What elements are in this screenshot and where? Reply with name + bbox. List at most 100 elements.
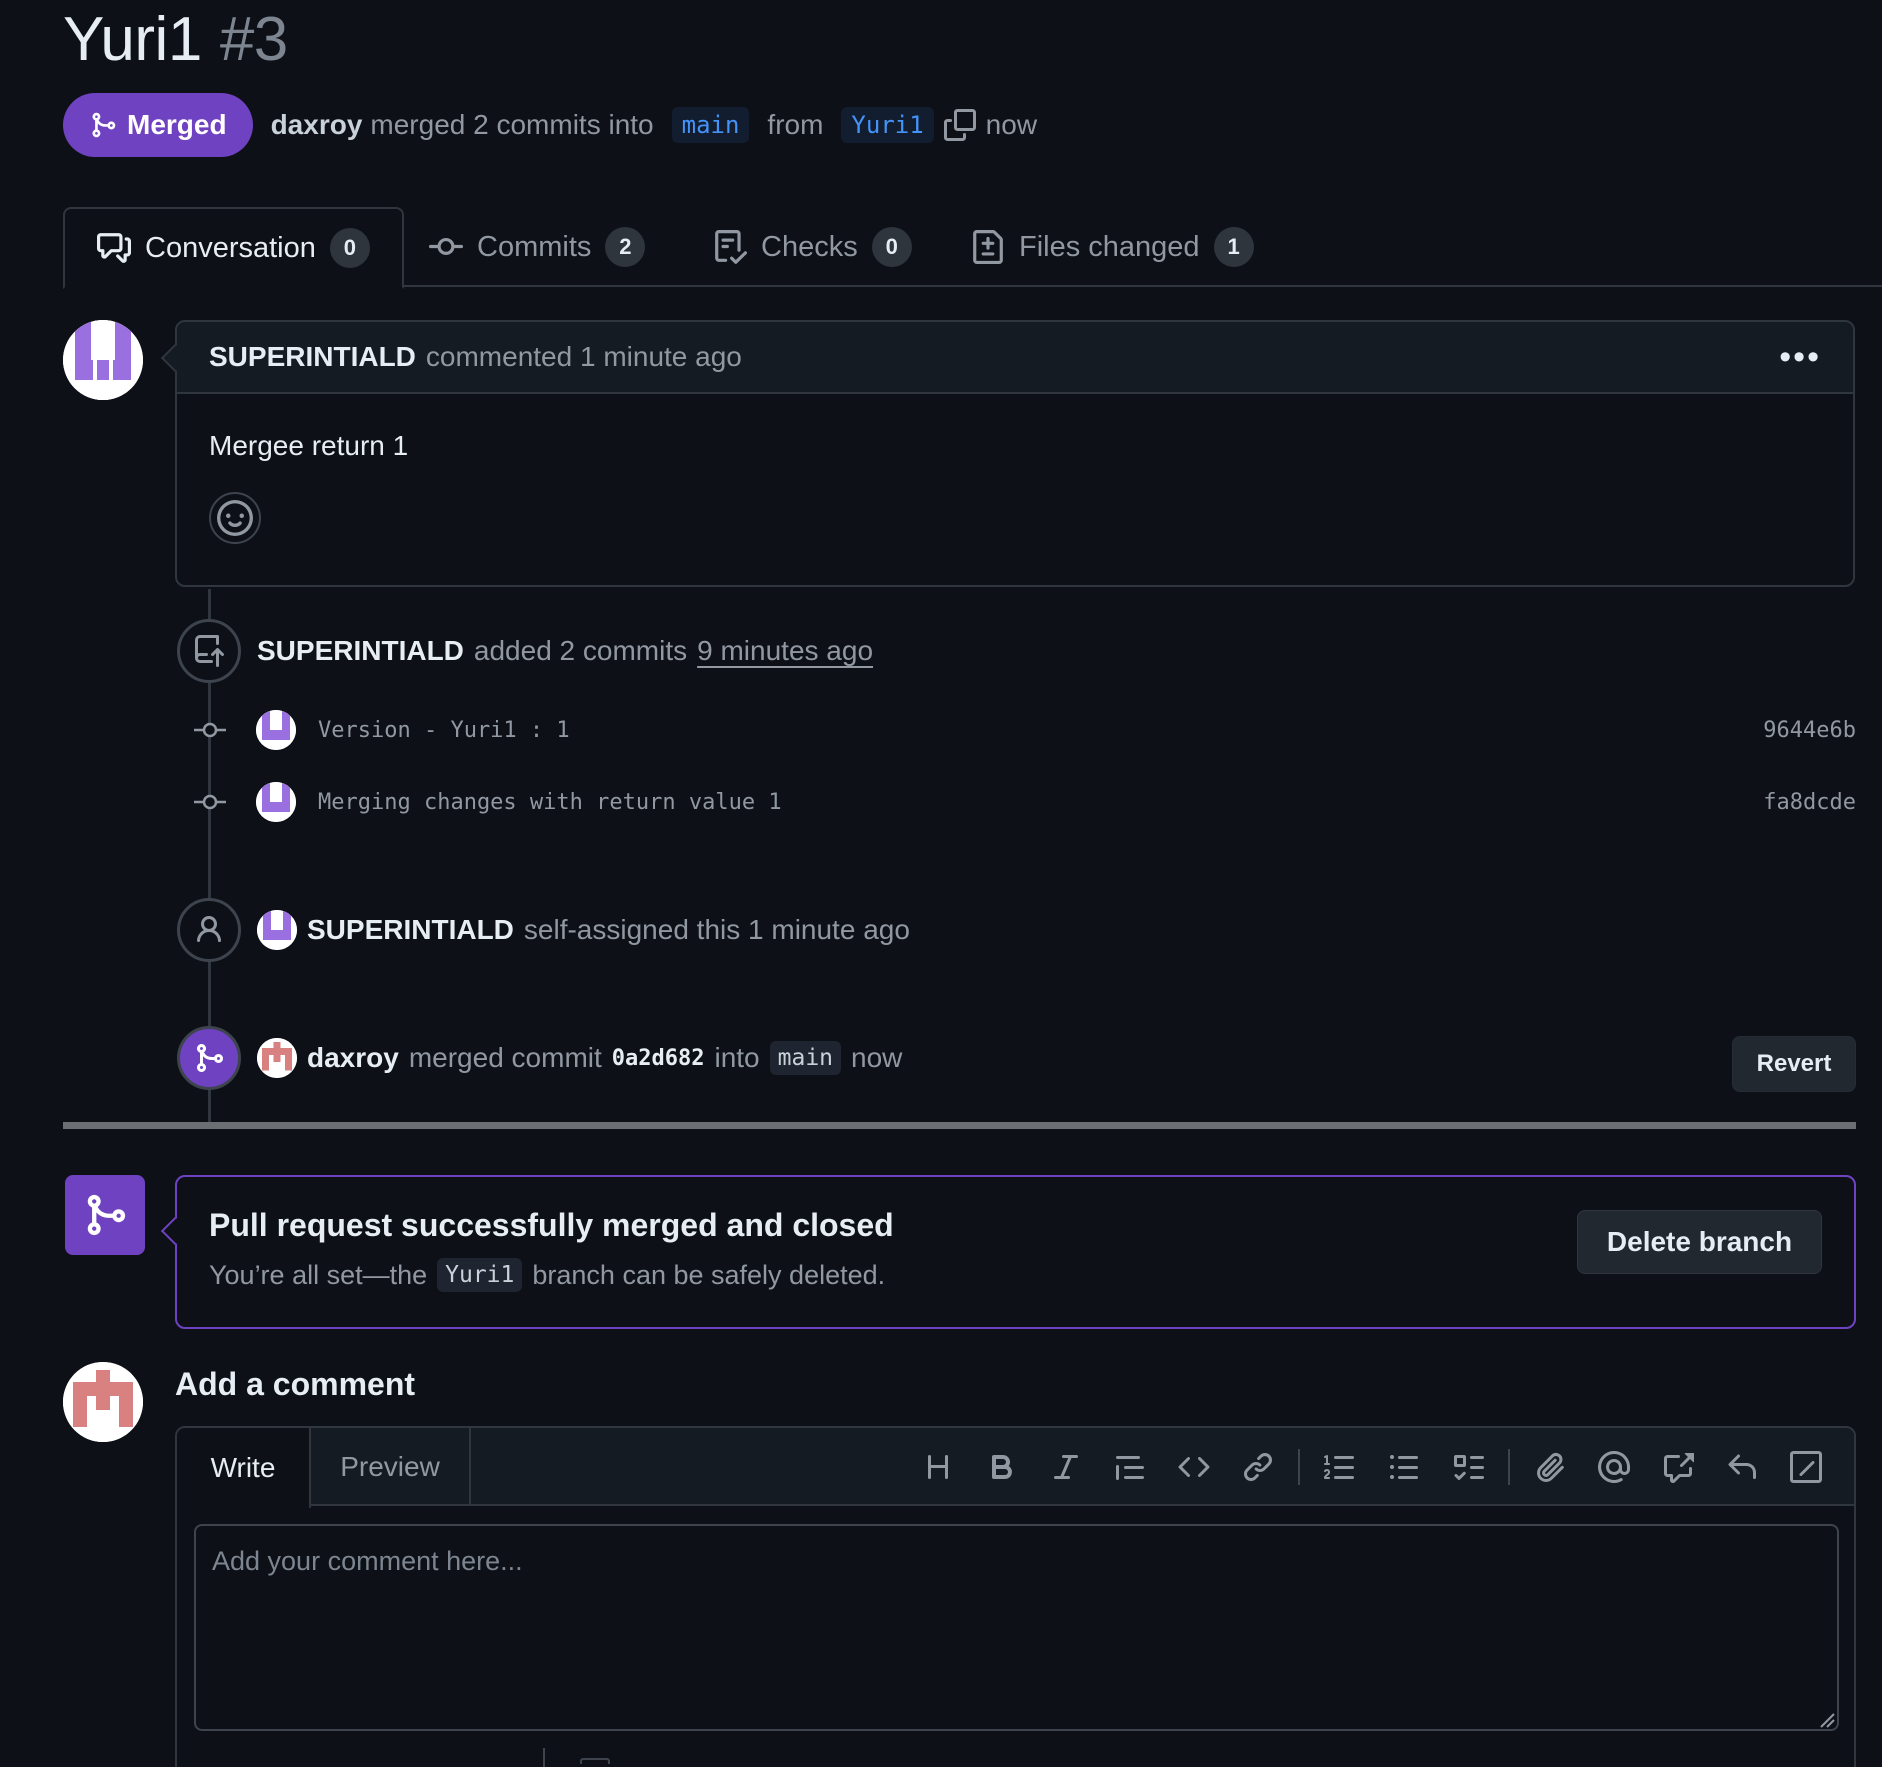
commits-added-event: SUPERINTIALD added 2 commits 9 minutes a… <box>257 628 873 674</box>
commit-message[interactable]: Merging changes with return value 1 <box>318 790 782 815</box>
attach-icon[interactable] <box>1518 1435 1582 1499</box>
smiley-icon <box>217 500 253 536</box>
commit-author-avatar[interactable] <box>256 782 296 822</box>
pr-description-comment: SUPERINTIALD commented 1 minute ago ••• … <box>160 320 1855 587</box>
repo-push-badge <box>177 619 241 683</box>
italic-icon[interactable] <box>1034 1435 1098 1499</box>
merged-sub-branch: Yuri1 <box>437 1258 523 1292</box>
merged-sub-before: You’re all set—the <box>209 1259 428 1290</box>
tab-preview[interactable]: Preview <box>311 1428 471 1506</box>
head-branch[interactable]: Yuri1 <box>841 107 934 143</box>
comment-textarea[interactable] <box>194 1524 1839 1731</box>
tab-commits-label: Commits <box>477 230 592 263</box>
current-user-avatar[interactable] <box>63 1362 143 1442</box>
comment-author[interactable]: SUPERINTIALD <box>209 341 416 373</box>
merge-event-time: now <box>851 1042 903 1073</box>
file-diff-icon <box>973 230 1003 264</box>
merged-time: now <box>985 109 1038 140</box>
tab-conversation-count: 0 <box>329 228 370 268</box>
editor-header: Write Preview <box>177 1428 1854 1508</box>
commit-author-avatar[interactable] <box>256 710 296 750</box>
git-commit-icon <box>190 790 230 814</box>
repo-push-icon <box>195 635 224 667</box>
merged-sub-after: branch can be safely deleted. <box>532 1259 886 1290</box>
merged-text: merged 2 commits into <box>370 109 654 140</box>
assign-event: SUPERINTIALD self-assigned this 1 minute… <box>257 906 910 954</box>
copy-icon[interactable] <box>943 109 976 141</box>
pull-request-page: Yuri1 #3 Merged daxroy merged 2 commits i… <box>0 0 1882 1767</box>
tab-checks-count: 0 <box>871 227 912 267</box>
assign-author-avatar[interactable] <box>257 910 297 950</box>
toolbar-separator <box>1298 1449 1300 1485</box>
commits-event-action: added 2 commits <box>473 635 688 666</box>
merger-avatar[interactable] <box>257 1038 297 1078</box>
revert-button[interactable]: Revert <box>1732 1036 1856 1092</box>
comment-action: commented 1 minute ago <box>425 341 742 372</box>
merge-commit-sha[interactable]: 0a2d682 <box>612 1046 705 1071</box>
link-icon[interactable] <box>1226 1435 1290 1499</box>
bold-icon[interactable] <box>970 1435 1034 1499</box>
add-comment-title: Add a comment <box>175 1366 416 1402</box>
tab-commits-count: 2 <box>605 227 646 267</box>
tab-commits[interactable]: Commits 2 <box>429 207 646 287</box>
delete-branch-button[interactable]: Delete branch <box>1577 1210 1822 1274</box>
tab-write[interactable]: Write <box>177 1428 311 1508</box>
quote-icon[interactable] <box>1098 1435 1162 1499</box>
tab-files-changed-count: 1 <box>1213 227 1254 267</box>
tab-files-changed-label: Files changed <box>1019 230 1200 263</box>
merge-event-branch[interactable]: main <box>769 1041 842 1075</box>
comment-author-avatar[interactable] <box>63 320 143 400</box>
assign-event-action: self-assigned this 1 minute ago <box>523 914 910 945</box>
commit-sha[interactable]: 9644e6b <box>1763 718 1856 743</box>
tab-checks-label: Checks <box>761 230 858 263</box>
merge-icon <box>197 1044 224 1072</box>
kebab-menu-icon[interactable]: ••• <box>1779 340 1821 374</box>
git-commit-icon <box>190 718 230 742</box>
merge-event-author[interactable]: daxroy <box>307 1042 399 1074</box>
commits-event-author[interactable]: SUPERINTIALD <box>257 635 464 667</box>
comment-editor: Write Preview <box>175 1426 1856 1767</box>
add-reaction-button[interactable] <box>209 492 261 544</box>
merge-event: daxroy merged commit 0a2d682 into main n… <box>257 1034 902 1082</box>
person-icon <box>197 916 221 943</box>
slash-command-icon[interactable] <box>1774 1435 1838 1499</box>
merge-icon <box>92 112 116 138</box>
heading-icon[interactable] <box>906 1435 970 1499</box>
timeline-divider <box>63 1122 1856 1129</box>
tab-files-changed[interactable]: Files changed 1 <box>971 207 1254 287</box>
commit-row: Version - Yuri1 : 1 9644e6b <box>190 706 1856 754</box>
editor-footer-icon <box>580 1758 610 1764</box>
pr-meta-row: Merged daxroy merged 2 commits into main… <box>63 93 1037 157</box>
unordered-list-icon[interactable] <box>1372 1435 1436 1499</box>
merge-event-action: merged commit <box>408 1042 602 1073</box>
cross-reference-icon[interactable] <box>1646 1435 1710 1499</box>
tab-conversation[interactable]: Conversation 0 <box>63 207 404 289</box>
merge-box-arrow <box>160 1216 190 1246</box>
git-commit-icon <box>429 237 463 255</box>
commit-sha[interactable]: fa8dcde <box>1763 790 1856 815</box>
comment-text: Mergee return 1 <box>209 430 409 461</box>
tab-checks[interactable]: Checks 0 <box>713 207 912 287</box>
commit-row: Merging changes with return value 1 fa8d… <box>190 778 1856 826</box>
commits-event-time[interactable]: 9 minutes ago <box>697 635 873 667</box>
assign-event-author[interactable]: SUPERINTIALD <box>307 914 514 946</box>
resize-handle-icon[interactable] <box>1817 1710 1835 1728</box>
task-list-icon[interactable] <box>1436 1435 1500 1499</box>
merge-event-badge <box>177 1026 241 1090</box>
state-badge: Merged <box>63 93 253 157</box>
mention-icon[interactable] <box>1582 1435 1646 1499</box>
comment-discussion-icon <box>97 233 131 263</box>
commit-message[interactable]: Version - Yuri1 : 1 <box>318 718 570 743</box>
tab-conversation-label: Conversation <box>145 231 316 264</box>
code-icon[interactable] <box>1162 1435 1226 1499</box>
comment-body: Mergee return 1 <box>177 394 1853 544</box>
merge-icon <box>87 1194 126 1236</box>
checklist-icon <box>715 230 747 264</box>
ordered-list-icon[interactable] <box>1308 1435 1372 1499</box>
reply-icon[interactable] <box>1710 1435 1774 1499</box>
merged-by-user[interactable]: daxroy <box>271 109 363 141</box>
merge-event-into: into <box>714 1042 760 1073</box>
toolbar-separator <box>1508 1449 1510 1485</box>
page-title: Yuri1 #3 <box>63 4 288 75</box>
base-branch[interactable]: main <box>671 107 750 143</box>
